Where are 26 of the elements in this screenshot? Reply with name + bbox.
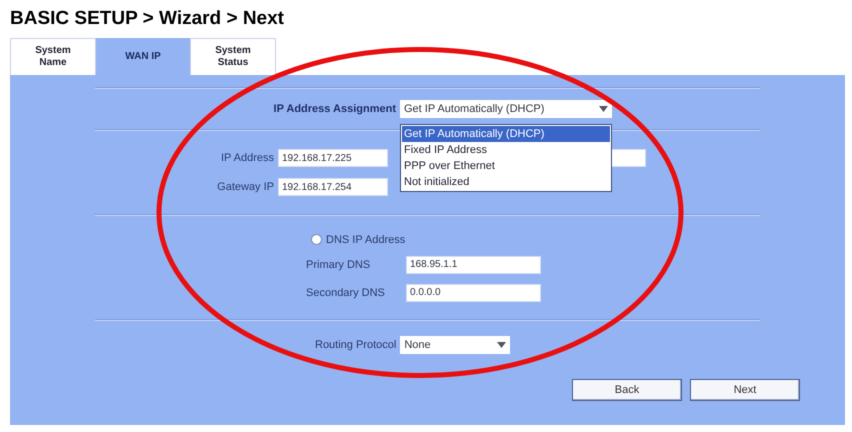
- nav-button[interactable]: Back: [572, 379, 682, 401]
- field-label: Secondary DNS: [306, 286, 386, 298]
- dropdown[interactable]: Get IP Automatically (DHCP): [400, 100, 612, 118]
- dropdown-option[interactable]: Get IP Automatically (DHCP): [402, 126, 610, 142]
- input-field[interactable]: 192.168.17.225: [278, 149, 388, 167]
- field-label: Routing Protocol: [315, 339, 396, 351]
- input-field[interactable]: 0.0.0.0: [406, 284, 541, 302]
- tab[interactable]: System Status: [190, 38, 276, 75]
- dropdown-option[interactable]: Fixed IP Address: [402, 142, 610, 158]
- field-label: IP Address Assignment: [274, 103, 396, 115]
- input-field[interactable]: 192.168.17.254: [278, 178, 388, 196]
- nav-button[interactable]: Next: [690, 379, 800, 401]
- field-label: IP Address: [220, 152, 274, 164]
- caret-icon: [497, 342, 506, 348]
- dropdown-option[interactable]: Not initialized: [402, 174, 610, 190]
- tab[interactable]: WAN IP: [96, 38, 190, 75]
- page-title: BASIC SETUP > Wizard > Next: [10, 8, 284, 30]
- field-label: Gateway IP: [216, 181, 274, 193]
- field-label: DNS IP Address: [326, 234, 406, 246]
- dropdown[interactable]: None: [400, 336, 510, 354]
- caret-icon: [599, 106, 608, 112]
- input-field[interactable]: 168.95.1.1: [406, 256, 541, 274]
- tab[interactable]: System Name: [10, 38, 96, 75]
- field-label: Primary DNS: [306, 258, 372, 270]
- radio-button[interactable]: [311, 234, 322, 245]
- dropdown-option[interactable]: PPP over Ethernet: [402, 158, 610, 174]
